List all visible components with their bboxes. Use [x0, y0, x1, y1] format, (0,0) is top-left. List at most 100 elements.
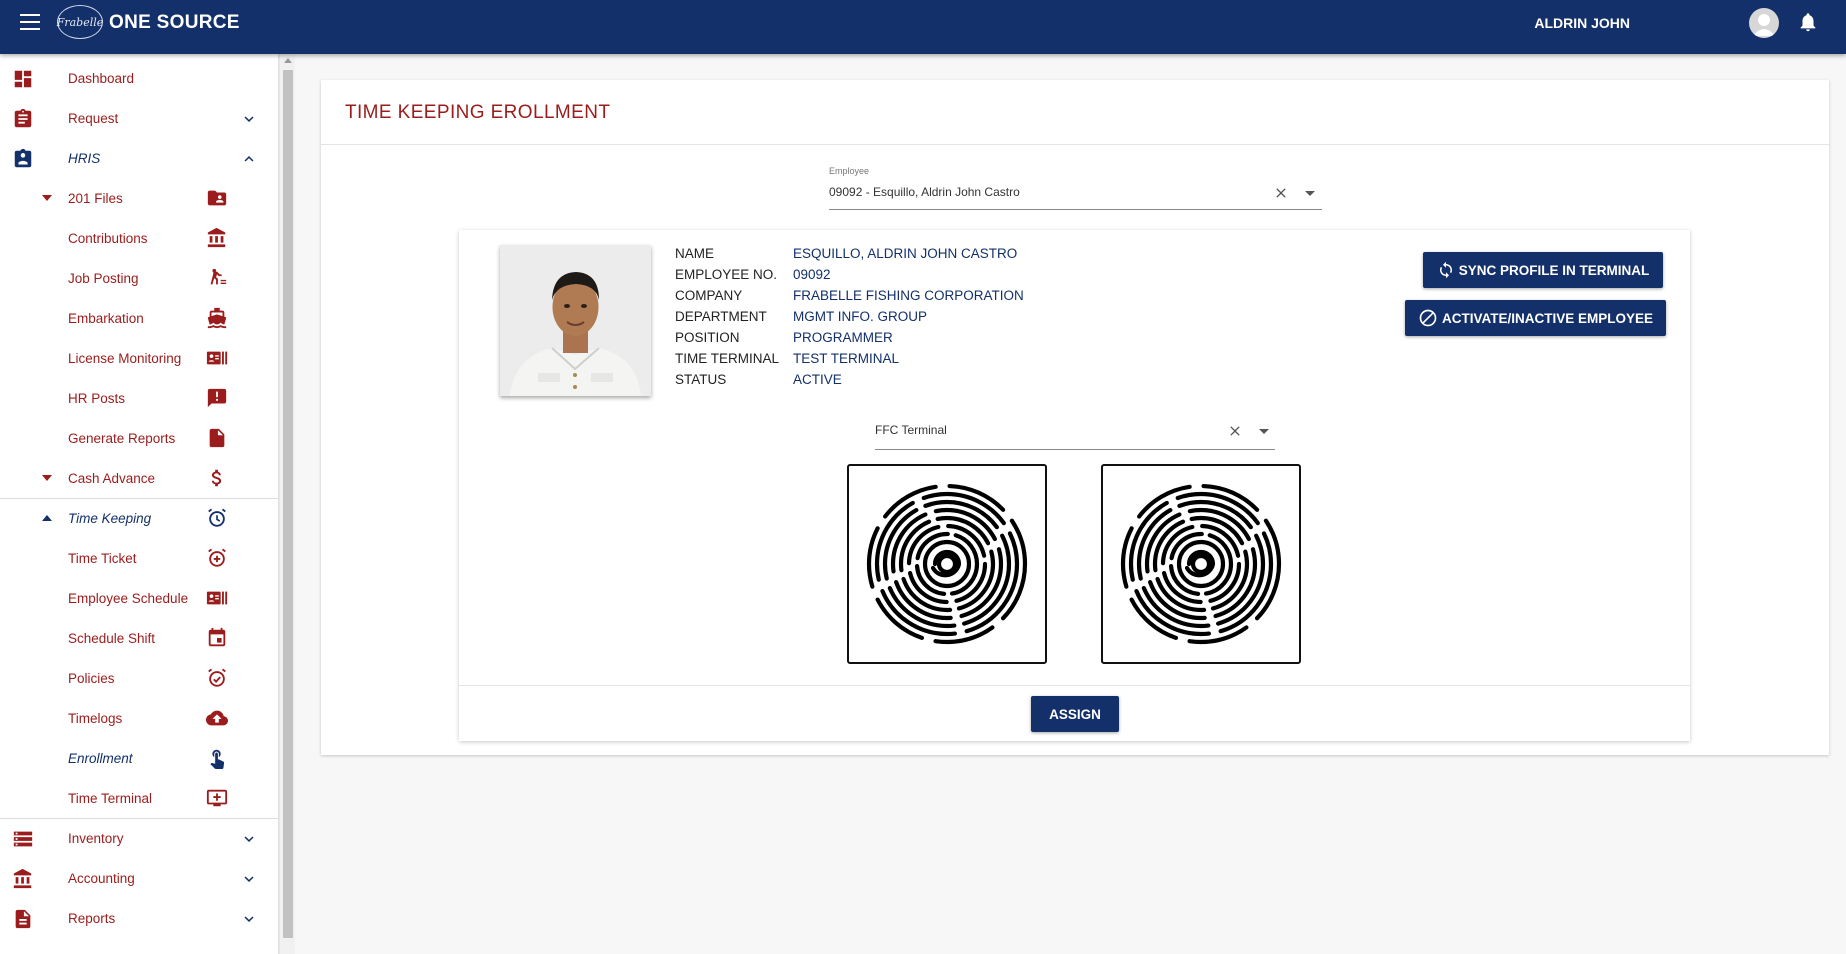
dollar-icon: [211, 469, 222, 487]
page-title: TIME KEEPING EROLLMENT: [345, 102, 611, 123]
caret-up-icon: [42, 515, 52, 521]
sync-profile-label: SYNC PROFILE IN TERMINAL: [1458, 262, 1650, 278]
assignment-icon: [14, 108, 32, 128]
cloud-upload-icon: [206, 710, 228, 726]
sidebar-item-accounting[interactable]: Accounting: [0, 858, 278, 898]
sidebar: Dashboard Request HRIS 201 Files Contrib…: [0, 54, 279, 954]
chevron-down-icon: [244, 876, 254, 882]
sidebar-item-label: Timelogs: [68, 710, 123, 726]
detail-value: ESQUILLO, ALDRIN JOHN CASTRO: [793, 246, 1018, 261]
sidebar-item-policies[interactable]: Policies: [0, 658, 278, 698]
detail-label: EMPLOYEE NO.: [675, 267, 778, 282]
sidebar-item-hr-posts[interactable]: HR Posts: [0, 378, 278, 418]
sidebar-item-time-terminal[interactable]: Time Terminal: [0, 778, 278, 818]
sidebar-item-label: Job Posting: [68, 270, 139, 286]
announcement-icon: [207, 388, 227, 408]
touch-icon: [210, 749, 225, 769]
alarm-icon: [208, 508, 226, 527]
alarm-add-icon: [208, 548, 226, 567]
enrollment-card: TIME KEEPING EROLLMENT Employee 09092 - …: [321, 80, 1829, 755]
sidebar-item-inventory[interactable]: Inventory: [0, 818, 278, 858]
terminal-field-value: FFC Terminal: [875, 423, 947, 437]
walking-person-icon: [210, 268, 227, 285]
sidebar-item-request[interactable]: Request: [0, 98, 278, 138]
fingerprint-slot-1[interactable]: [847, 464, 1047, 664]
description-icon: [15, 909, 31, 929]
scroll-up-arrow-icon[interactable]: [284, 58, 292, 63]
sidebar-item-dashboard[interactable]: Dashboard: [0, 58, 278, 98]
terminal-select[interactable]: FFC Terminal: [875, 412, 1275, 450]
storage-icon: [13, 831, 33, 847]
sidebar-item-label: Policies: [68, 670, 115, 686]
fingerprint-slot-2[interactable]: [1101, 464, 1301, 664]
sidebar-item-label: Time Ticket: [68, 550, 137, 566]
sidebar-item-generate-reports[interactable]: Generate Reports: [0, 418, 278, 458]
employee-select[interactable]: Employee 09092 - Esquillo, Aldrin John C…: [829, 166, 1322, 210]
sidebar-item-hris[interactable]: HRIS: [0, 138, 278, 178]
sidebar-item-schedule-shift[interactable]: Schedule Shift: [0, 618, 278, 658]
dropdown-arrow-icon[interactable]: [1305, 191, 1315, 196]
id-card-icon: [206, 591, 228, 605]
sidebar-item-job-posting[interactable]: Job Posting: [0, 258, 278, 298]
sidebar-item-201-files[interactable]: 201 Files: [0, 178, 278, 218]
id-card-icon: [206, 351, 228, 365]
notification-bell-icon[interactable]: [1797, 11, 1819, 33]
fingerprint-icon: [866, 483, 1028, 645]
chevron-down-icon: [244, 916, 254, 922]
sidebar-item-label: 201 Files: [68, 190, 123, 206]
sidebar-item-label: Reports: [68, 910, 116, 926]
sidebar-item-employee-schedule[interactable]: Employee Schedule: [0, 578, 278, 618]
sidebar-item-label: Accounting: [68, 870, 135, 886]
sidebar-item-label: Time Keeping: [68, 510, 152, 526]
chevron-up-icon: [244, 156, 254, 162]
detail-label: STATUS: [675, 372, 727, 387]
badge-icon: [14, 148, 32, 168]
add-to-queue-icon: [206, 789, 228, 807]
detail-value: FRABELLE FISHING CORPORATION: [793, 288, 1024, 303]
detail-value: ACTIVE: [793, 372, 842, 387]
sidebar-item-license-monitoring[interactable]: License Monitoring: [0, 338, 278, 378]
sidebar-item-label: Dashboard: [68, 70, 135, 86]
sidebar-item-label: Cash Advance: [68, 470, 156, 486]
block-icon: [1419, 309, 1437, 327]
sync-profile-button[interactable]: SYNC PROFILE IN TERMINAL: [1423, 252, 1663, 288]
caret-down-icon: [42, 195, 52, 201]
avatar[interactable]: [1749, 8, 1779, 38]
sidebar-scrollbar[interactable]: [279, 54, 295, 954]
sidebar-item-time-ticket[interactable]: Time Ticket: [0, 538, 278, 578]
calendar-icon: [208, 627, 226, 647]
ship-icon: [207, 307, 227, 329]
assign-button[interactable]: ASSIGN: [1031, 696, 1119, 732]
scrollbar-thumb[interactable]: [283, 70, 293, 938]
sidebar-item-label: HR Posts: [68, 390, 126, 406]
sidebar-item-label: Schedule Shift: [68, 630, 156, 646]
detail-label: POSITION: [675, 330, 740, 345]
sidebar-item-enrollment[interactable]: Enrollment: [0, 738, 278, 778]
sidebar-item-contributions[interactable]: Contributions: [0, 218, 278, 258]
chevron-down-icon: [244, 836, 254, 842]
sidebar-item-reports[interactable]: Reports: [0, 898, 278, 938]
alarm-check-icon: [208, 668, 226, 687]
sidebar-item-embarkation[interactable]: Embarkation: [0, 298, 278, 338]
detail-value: 09092: [793, 267, 831, 282]
clear-icon[interactable]: [1273, 185, 1289, 201]
menu-icon[interactable]: [20, 14, 44, 32]
detail-label: NAME: [675, 246, 715, 261]
sidebar-item-label: Embarkation: [68, 310, 144, 326]
sidebar-item-cash-advance[interactable]: Cash Advance: [0, 458, 278, 498]
detail-label: DEPARTMENT: [675, 309, 767, 324]
clear-icon[interactable]: [1227, 423, 1243, 439]
sidebar-item-timelogs[interactable]: Timelogs: [0, 698, 278, 738]
employee-field-value: 09092 - Esquillo, Aldrin John Castro: [829, 185, 1020, 199]
sidebar-item-label: Enrollment: [68, 750, 133, 766]
file-icon: [209, 428, 225, 448]
sidebar-item-time-keeping[interactable]: Time Keeping: [0, 498, 278, 538]
card-divider: [321, 144, 1829, 145]
sidebar-item-label: Time Terminal: [68, 790, 153, 806]
activate-inactive-button[interactable]: ACTIVATE/INACTIVE EMPLOYEE: [1405, 300, 1666, 336]
folder-shared-icon: [207, 190, 227, 206]
dropdown-arrow-icon[interactable]: [1259, 429, 1269, 434]
employee-field-label: Employee: [829, 166, 870, 176]
user-name[interactable]: ALDRIN JOHN: [1534, 15, 1630, 31]
sync-icon: [1439, 261, 1452, 279]
